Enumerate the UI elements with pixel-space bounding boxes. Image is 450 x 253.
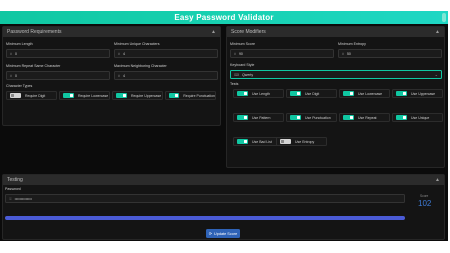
modifiers-panel: Score Modifiers ▲ Minimum Score # 90 Min… [226, 26, 445, 168]
window-scrollbar[interactable] [442, 13, 446, 22]
min-length-value: 0 [14, 51, 17, 56]
password-label: Password [5, 187, 21, 191]
hash-icon: # [342, 51, 344, 56]
toggle-switch[interactable] [396, 115, 407, 120]
score-progress-fill [5, 216, 405, 220]
modifiers-panel-title: Score Modifiers [231, 29, 266, 35]
use-uppercase-label: Use Uppercase [411, 91, 436, 96]
keyboard-icon: ⌨ [234, 72, 240, 77]
lock-icon: ⚿ [9, 196, 12, 201]
min-unique-label: Minimum Unique Characters [114, 42, 160, 46]
toggle-switch[interactable] [237, 91, 248, 96]
app-title: Easy Password Validator [174, 13, 274, 22]
toggle-switch[interactable] [290, 91, 301, 96]
use-bad-list-label: Use Bad List [252, 139, 272, 144]
title-bar: Easy Password Validator [0, 11, 448, 24]
use-repeat-label: Use Repeat [358, 115, 377, 120]
require-digit-checkbox[interactable]: Require Digit [6, 91, 57, 100]
min-entropy-input[interactable]: # 50 [338, 49, 442, 58]
max-repeat-label: Minimum Repeat Same Character [6, 64, 61, 68]
toggle-switch[interactable] [237, 139, 248, 144]
password-value: •••••••••••••• [14, 196, 32, 201]
use-uppercase-checkbox[interactable]: Use Uppercase [392, 89, 443, 98]
refresh-icon: ⟳ [208, 232, 212, 236]
requirements-panel: Password Requirements ▲ Minimum Length #… [2, 26, 221, 126]
min-unique-input[interactable]: # 4 [114, 49, 218, 58]
score-value: 102 [418, 199, 432, 208]
requirements-panel-header[interactable]: Password Requirements ▲ [3, 27, 220, 37]
app-window: Easy Password Validator Password Require… [0, 11, 448, 241]
toggle-switch[interactable] [237, 115, 248, 120]
max-neighbor-input[interactable]: # 4 [114, 71, 218, 80]
update-score-label: Update Score [213, 231, 238, 236]
requirements-panel-title: Password Requirements [7, 29, 62, 35]
hash-icon: # [118, 51, 120, 56]
max-repeat-input[interactable]: # 0 [6, 71, 110, 80]
score-label: Score [420, 194, 429, 198]
min-entropy-value: 50 [346, 51, 351, 56]
max-neighbor-label: Maximum Neighboring Character [114, 64, 167, 68]
use-pattern-label: Use Pattern [252, 115, 271, 120]
hash-icon: # [118, 73, 120, 78]
use-repeat-checkbox[interactable]: Use Repeat [339, 113, 390, 122]
use-lowercase-label: Use Lowercase [358, 91, 383, 96]
toggle-switch[interactable] [10, 93, 21, 98]
min-score-input[interactable]: # 90 [230, 49, 334, 58]
toggle-switch[interactable] [343, 91, 354, 96]
chevron-up-icon[interactable]: ▲ [435, 177, 440, 183]
use-entropy-checkbox[interactable]: Use Entropy [276, 137, 327, 146]
min-score-label: Minimum Score [230, 42, 255, 46]
use-digit-checkbox[interactable]: Use Digit [286, 89, 337, 98]
use-punctuation-label: Use Punctuation [305, 115, 331, 120]
use-entropy-label: Use Entropy [295, 139, 315, 144]
require-uppercase-label: Require Uppercase [131, 93, 162, 98]
toggle-switch[interactable] [169, 93, 180, 98]
use-unique-label: Use Unique [411, 115, 430, 120]
toggle-switch[interactable] [280, 139, 291, 144]
toggle-switch[interactable] [63, 93, 74, 98]
min-length-label: Minimum Length [6, 42, 33, 46]
chevron-down-icon[interactable]: ⌄ [435, 72, 438, 77]
min-unique-value: 4 [122, 51, 125, 56]
use-pattern-checkbox[interactable]: Use Pattern [233, 113, 284, 122]
min-score-value: 90 [238, 51, 243, 56]
toggle-switch[interactable] [396, 91, 407, 96]
score-progress-bar [5, 216, 405, 220]
char-types-label: Character Types [6, 84, 33, 88]
password-input[interactable]: ⚿ •••••••••••••• [5, 194, 405, 203]
use-length-label: Use Length [252, 91, 270, 96]
hash-icon: # [10, 73, 12, 78]
keyboard-style-value: Qwerty [242, 72, 254, 77]
require-punctuation-label: Require Punctuation [183, 93, 215, 98]
hash-icon: # [234, 51, 236, 56]
require-digit-label: Require Digit [25, 93, 46, 98]
update-score-button[interactable]: ⟳ Update Score [206, 229, 240, 238]
require-punctuation-checkbox[interactable]: Require Punctuation [165, 91, 216, 100]
use-unique-checkbox[interactable]: Use Unique [392, 113, 443, 122]
testing-panel-header[interactable]: Testing ▲ [3, 175, 444, 185]
use-punctuation-checkbox[interactable]: Use Punctuation [286, 113, 337, 122]
require-lowercase-checkbox[interactable]: Require Lowercase [59, 91, 110, 100]
max-repeat-value: 0 [14, 73, 17, 78]
use-lowercase-checkbox[interactable]: Use Lowercase [339, 89, 390, 98]
max-neighbor-value: 4 [122, 73, 125, 78]
modifiers-panel-header[interactable]: Score Modifiers ▲ [227, 27, 444, 37]
keyboard-style-select[interactable]: ⌨ Qwerty ⌄ [230, 70, 442, 79]
use-digit-label: Use Digit [305, 91, 320, 96]
keyboard-style-label: Keyboard Style [230, 63, 255, 67]
testing-panel-title: Testing [7, 177, 23, 183]
use-length-checkbox[interactable]: Use Length [233, 89, 284, 98]
min-length-input[interactable]: # 0 [6, 49, 110, 58]
toggle-switch[interactable] [290, 115, 301, 120]
min-entropy-label: Minimum Entropy [338, 42, 366, 46]
chevron-up-icon[interactable]: ▲ [435, 29, 440, 35]
require-lowercase-label: Require Lowercase [78, 93, 109, 98]
require-uppercase-checkbox[interactable]: Require Uppercase [112, 91, 163, 100]
hash-icon: # [10, 51, 12, 56]
tests-label: Tests [230, 82, 239, 86]
chevron-up-icon[interactable]: ▲ [211, 29, 216, 35]
toggle-switch[interactable] [116, 93, 127, 98]
toggle-switch[interactable] [343, 115, 354, 120]
